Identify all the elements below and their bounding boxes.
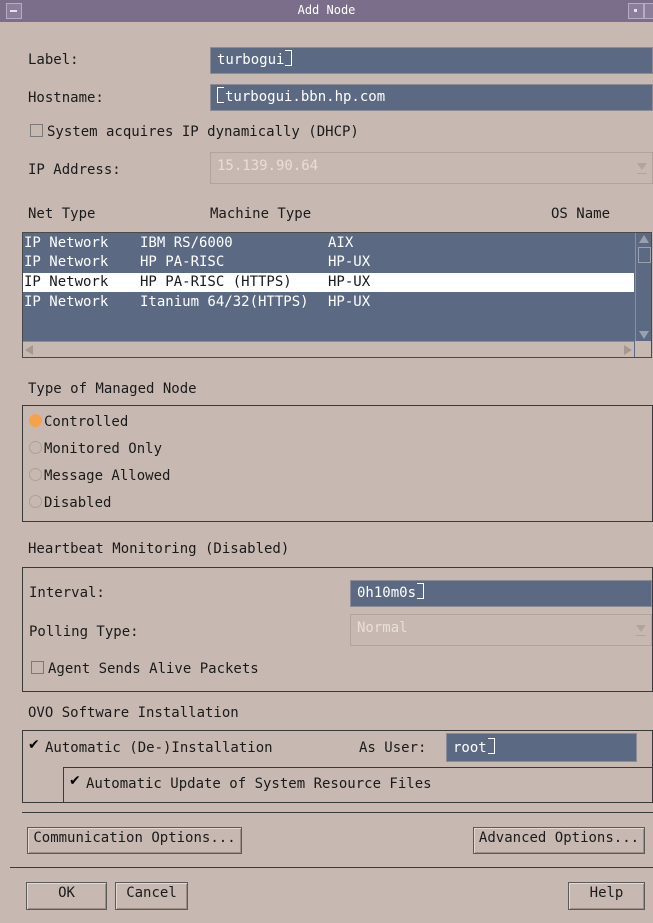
label-input[interactable]: turbogui xyxy=(210,47,653,74)
ip-address-label: IP Address: xyxy=(28,162,121,178)
alive-packets-checkbox-box[interactable] xyxy=(31,661,44,674)
radio-disabled-label: Disabled xyxy=(44,495,112,511)
polling-type-dropdown[interactable]: Normal xyxy=(350,614,652,646)
auto-update-checkbox[interactable]: Automatic Update of System Resource File… xyxy=(69,773,432,792)
dropdown-arrow-icon[interactable] xyxy=(636,162,648,174)
communication-options-button[interactable]: Communication Options... xyxy=(27,827,242,854)
vertical-scrollbar[interactable] xyxy=(635,233,651,341)
managed-node-heading: Type of Managed Node xyxy=(28,381,197,397)
column-header-machine-type[interactable]: Machine Type xyxy=(210,206,311,222)
checkmark-icon[interactable] xyxy=(28,737,41,753)
as-user-input[interactable]: root xyxy=(446,733,637,762)
radio-icon[interactable] xyxy=(29,495,42,508)
radio-selected-icon[interactable] xyxy=(29,414,42,427)
list-item-net: IP Network xyxy=(24,294,109,310)
auto-install-label: Automatic (De-)Installation xyxy=(45,740,273,756)
maximize-icon[interactable] xyxy=(644,3,653,19)
cancel-button[interactable]: Cancel xyxy=(115,882,188,910)
radio-controlled[interactable]: Controlled xyxy=(29,414,128,430)
list-item-os: HP-UX xyxy=(328,274,371,290)
list-item-machine: IBM RS/6000 xyxy=(140,235,233,251)
minimize-icon[interactable] xyxy=(628,3,644,19)
list-item-selected[interactable]: IP Network HP PA-RISC (HTTPS) HP-UX xyxy=(23,273,634,292)
list-item[interactable]: IP Network HP PA-RISC HP-UX xyxy=(23,253,634,272)
as-user-label: As User: xyxy=(359,740,427,756)
label-field-label: Label: xyxy=(28,52,79,68)
as-user-input-value: root xyxy=(453,740,487,756)
polling-type-label: Polling Type: xyxy=(29,624,139,640)
radio-icon[interactable] xyxy=(29,441,42,454)
radio-disabled[interactable]: Disabled xyxy=(29,495,111,511)
radio-message-allowed[interactable]: Message Allowed xyxy=(29,468,170,484)
installation-heading: OVO Software Installation xyxy=(28,705,239,721)
auto-install-checkbox[interactable]: Automatic (De-)Installation xyxy=(28,737,273,756)
separator xyxy=(10,867,653,868)
checkmark-icon[interactable] xyxy=(69,773,82,789)
auto-update-label: Automatic Update of System Resource File… xyxy=(86,776,432,792)
list-item-net: IP Network xyxy=(24,274,109,290)
radio-controlled-label: Controlled xyxy=(44,414,129,430)
list-item-machine: Itanium 64/32(HTTPS) xyxy=(140,294,309,310)
dhcp-checkbox-box[interactable] xyxy=(30,124,43,137)
scroll-up-icon[interactable] xyxy=(639,235,649,243)
radio-monitored-only[interactable]: Monitored Only xyxy=(29,441,162,457)
auto-update-group: Automatic Update of System Resource File… xyxy=(63,767,653,803)
list-item-net: IP Network xyxy=(24,235,109,251)
scroll-left-icon[interactable] xyxy=(25,345,33,355)
interval-label: Interval: xyxy=(29,585,105,601)
radio-message-allowed-label: Message Allowed xyxy=(44,468,171,484)
polling-type-value: Normal xyxy=(357,620,408,636)
radio-icon[interactable] xyxy=(29,468,42,481)
hostname-input-value: turbogui.bbn.hp.com xyxy=(225,89,386,105)
hostname-input[interactable]: turbogui.bbn.hp.com xyxy=(210,84,653,111)
dropdown-arrow-icon[interactable] xyxy=(635,624,647,636)
list-item-os: HP-UX xyxy=(328,294,371,310)
scroll-thumb[interactable] xyxy=(638,247,651,263)
horizontal-scrollbar[interactable] xyxy=(23,341,634,357)
window-title: Add Node xyxy=(297,3,356,17)
list-item[interactable]: IP Network Itanium 64/32(HTTPS) HP-UX xyxy=(23,293,634,312)
scrollbar-corner xyxy=(635,341,651,357)
ip-address-dropdown[interactable]: 15.139.90.64 xyxy=(210,152,653,184)
list-item[interactable]: IP Network IBM RS/6000 AIX xyxy=(23,234,634,253)
alive-packets-label: Agent Sends Alive Packets xyxy=(48,661,259,677)
hostname-field-label: Hostname: xyxy=(28,90,104,106)
ok-button[interactable]: OK xyxy=(26,882,107,910)
managed-node-group: Controlled Monitored Only Message Allowe… xyxy=(22,405,653,522)
list-item-machine: HP PA-RISC (HTTPS) xyxy=(140,274,292,290)
scroll-down-icon[interactable] xyxy=(639,331,649,339)
list-item-net: IP Network xyxy=(24,254,109,270)
dhcp-checkbox-label: System acquires IP dynamically (DHCP) xyxy=(47,124,359,140)
interval-input-value: 0h10m0s xyxy=(357,585,417,601)
label-input-value: turbogui xyxy=(217,52,285,68)
list-item-machine: HP PA-RISC xyxy=(140,254,225,270)
list-item-os: AIX xyxy=(328,235,354,251)
list-item-os: HP-UX xyxy=(328,254,371,270)
column-header-net-type[interactable]: Net Type xyxy=(28,206,95,222)
help-button[interactable]: Help xyxy=(568,882,645,910)
interval-input[interactable]: 0h10m0s xyxy=(350,580,652,607)
ip-address-value: 15.139.90.64 xyxy=(217,158,319,174)
title-bar: Add Node xyxy=(0,0,653,22)
alive-packets-checkbox[interactable]: Agent Sends Alive Packets xyxy=(31,661,259,677)
heartbeat-heading: Heartbeat Monitoring (Disabled) xyxy=(28,541,290,557)
installation-group: Automatic (De-)Installation As User: roo… xyxy=(22,730,653,803)
node-type-list[interactable]: IP Network IBM RS/6000 AIX IP Network HP… xyxy=(22,232,652,358)
advanced-options-button[interactable]: Advanced Options... xyxy=(473,827,645,854)
column-header-os-name[interactable]: OS Name xyxy=(551,206,610,222)
separator xyxy=(22,812,653,813)
dhcp-checkbox[interactable]: System acquires IP dynamically (DHCP) xyxy=(30,124,359,140)
scroll-right-icon[interactable] xyxy=(624,345,632,355)
radio-monitored-only-label: Monitored Only xyxy=(44,441,163,457)
heartbeat-group: Interval: 0h10m0s Polling Type: Normal A… xyxy=(22,567,653,692)
